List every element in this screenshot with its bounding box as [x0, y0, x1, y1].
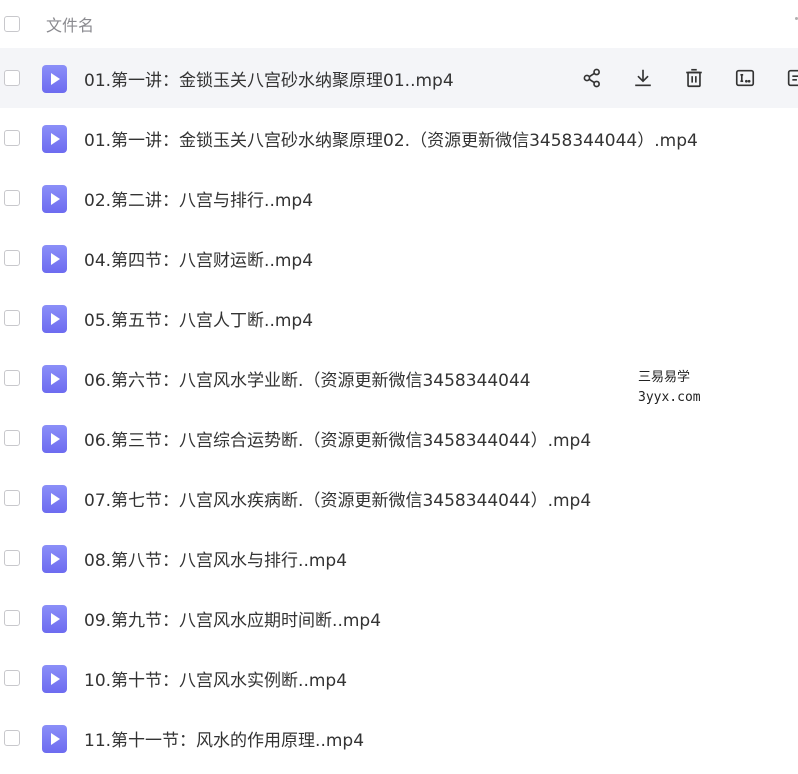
- file-name[interactable]: 02.第二讲：八宫与排行..mp4: [84, 186, 313, 211]
- row-actions: [580, 66, 798, 90]
- file-name[interactable]: 01.第一讲：金锁玉关八宫砂水纳聚原理01..mp4: [84, 66, 454, 91]
- file-row[interactable]: 08.第八节：八宫风水与排行..mp4: [0, 528, 798, 588]
- video-file-icon: [42, 485, 67, 513]
- row-checkbox[interactable]: [4, 370, 20, 386]
- video-file-icon: [42, 125, 67, 153]
- file-row[interactable]: 09.第九节：八宫风水应期时间断..mp4: [0, 588, 798, 648]
- file-row[interactable]: 01.第一讲：金锁玉关八宫砂水纳聚原理02.（资源更新微信3458344044）…: [0, 108, 798, 168]
- row-checkbox[interactable]: [4, 430, 20, 446]
- file-row[interactable]: 01.第一讲：金锁玉关八宫砂水纳聚原理01..mp4: [0, 48, 798, 108]
- file-row[interactable]: 11.第十一节：风水的作用原理..mp4: [0, 708, 798, 768]
- select-all-checkbox[interactable]: [4, 16, 20, 32]
- download-icon[interactable]: [631, 66, 655, 90]
- list-header: 文件名: [0, 0, 798, 48]
- video-file-icon: [42, 365, 67, 393]
- file-name[interactable]: 05.第五节：八宫人丁断..mp4: [84, 306, 313, 331]
- video-file-icon: [42, 65, 67, 93]
- file-name[interactable]: 08.第八节：八宫风水与排行..mp4: [84, 546, 347, 571]
- row-checkbox[interactable]: [4, 670, 20, 686]
- video-file-icon: [42, 305, 67, 333]
- watermark-line-2: 3yyx.com: [638, 390, 701, 405]
- share-icon[interactable]: [580, 66, 604, 90]
- file-row[interactable]: 07.第七节：八宫风水疾病断.（资源更新微信3458344044）.mp4: [0, 468, 798, 528]
- file-name[interactable]: 09.第九节：八宫风水应期时间断..mp4: [84, 606, 381, 631]
- row-checkbox[interactable]: [4, 610, 20, 626]
- file-name[interactable]: 01.第一讲：金锁玉关八宫砂水纳聚原理02.（资源更新微信3458344044）…: [84, 126, 698, 151]
- video-file-icon: [42, 185, 67, 213]
- rename-icon[interactable]: [733, 66, 757, 90]
- more-icon[interactable]: [784, 66, 798, 90]
- delete-icon[interactable]: [682, 66, 706, 90]
- video-file-icon: [42, 725, 67, 753]
- row-checkbox[interactable]: [4, 250, 20, 266]
- row-checkbox[interactable]: [4, 490, 20, 506]
- video-file-icon: [42, 245, 67, 273]
- file-row[interactable]: 05.第五节：八宫人丁断..mp4: [0, 288, 798, 348]
- file-name[interactable]: 04.第四节：八宫财运断..mp4: [84, 246, 313, 271]
- filename-column-header: 文件名: [46, 16, 95, 35]
- file-row[interactable]: 02.第二讲：八宫与排行..mp4: [0, 168, 798, 228]
- video-file-icon: [42, 605, 67, 633]
- file-row[interactable]: 10.第十节：八宫风水实例断..mp4: [0, 648, 798, 708]
- video-file-icon: [42, 425, 67, 453]
- row-checkbox[interactable]: [4, 310, 20, 326]
- file-row[interactable]: 06.第三节：八宫综合运势断.（资源更新微信3458344044）.mp4: [0, 408, 798, 468]
- watermark: 三易易学 3yyx.com: [638, 368, 701, 408]
- file-name[interactable]: 06.第三节：八宫综合运势断.（资源更新微信3458344044）.mp4: [84, 426, 591, 451]
- file-name[interactable]: 07.第七节：八宫风水疾病断.（资源更新微信3458344044）.mp4: [84, 486, 591, 511]
- file-row[interactable]: 04.第四节：八宫财运断..mp4: [0, 228, 798, 288]
- row-checkbox[interactable]: [4, 70, 20, 86]
- file-name[interactable]: 06.第六节：八宫风水学业断.（资源更新微信3458344044: [84, 366, 531, 391]
- video-file-icon: [42, 545, 67, 573]
- video-file-icon: [42, 665, 67, 693]
- row-checkbox[interactable]: [4, 130, 20, 146]
- row-checkbox[interactable]: [4, 550, 20, 566]
- file-list: 01.第一讲：金锁玉关八宫砂水纳聚原理01..mp4 01.第一讲：金锁玉关八宫…: [0, 48, 798, 768]
- file-name[interactable]: 11.第十一节：风水的作用原理..mp4: [84, 726, 364, 751]
- file-name[interactable]: 10.第十节：八宫风水实例断..mp4: [84, 666, 347, 691]
- row-checkbox[interactable]: [4, 190, 20, 206]
- watermark-line-1: 三易易学: [638, 370, 691, 385]
- row-checkbox[interactable]: [4, 730, 20, 746]
